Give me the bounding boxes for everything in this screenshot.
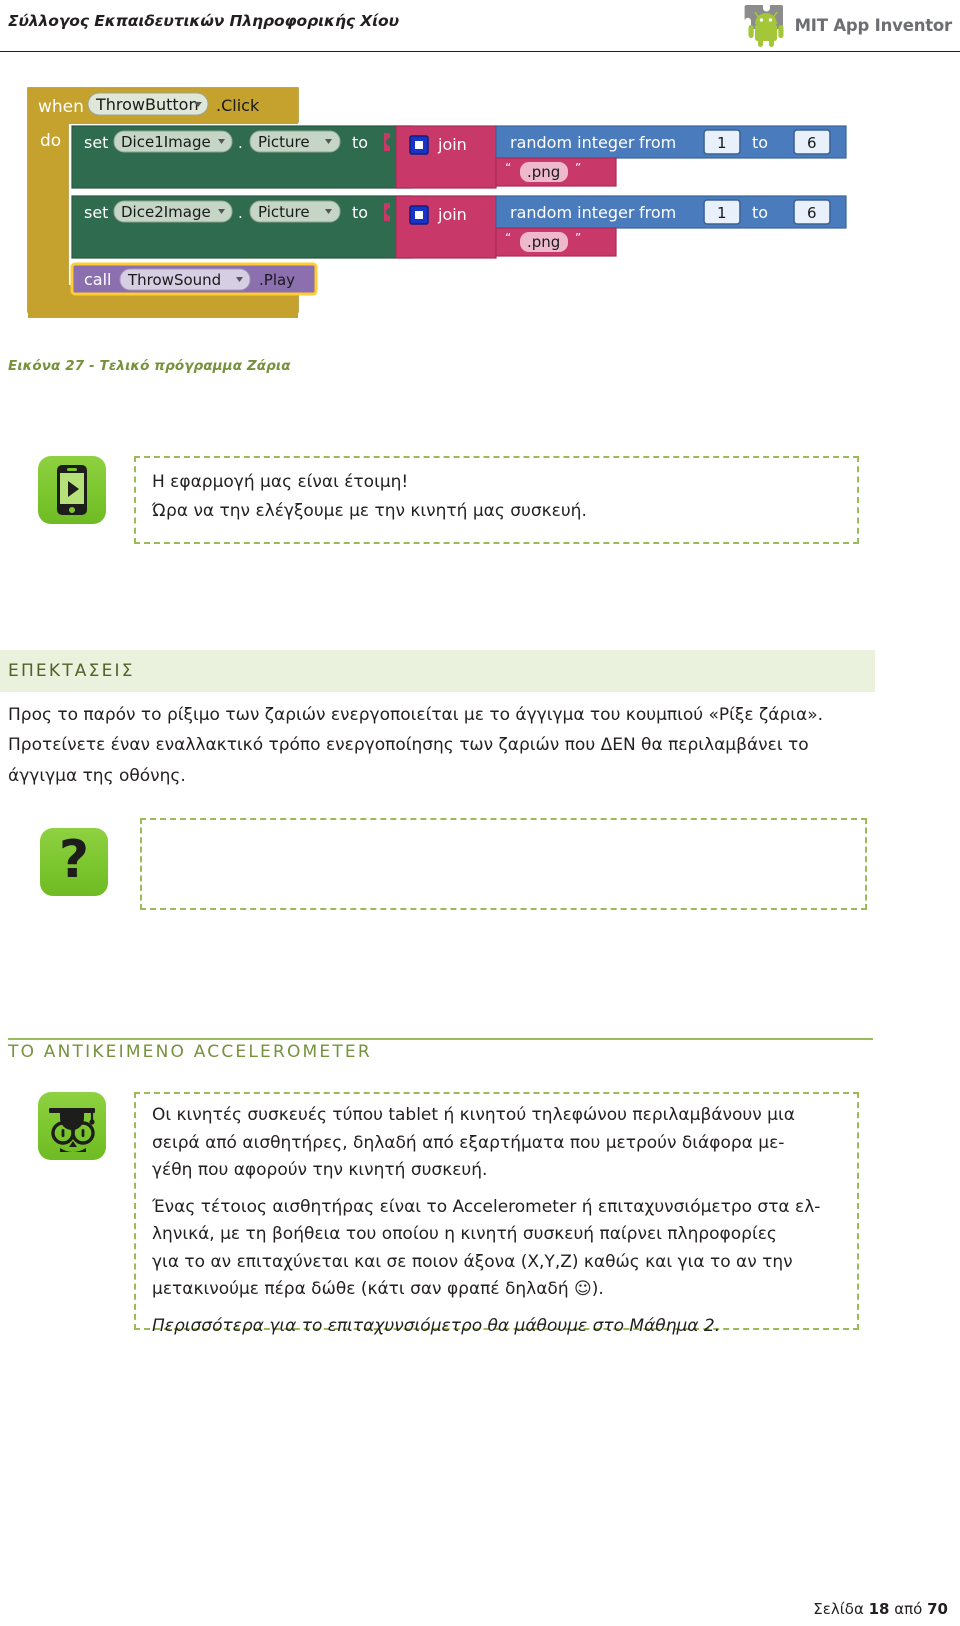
- phone-play-icon: [38, 456, 106, 524]
- svg-text:set: set: [84, 133, 108, 152]
- section-heading-label: ΕΠΕΚΤΑΣΕΙΣ: [8, 661, 135, 681]
- phone-screen: [60, 473, 84, 504]
- svg-text:.: .: [238, 134, 243, 152]
- svg-text:.png: .png: [527, 163, 560, 181]
- footer-page-number: 18: [868, 1600, 890, 1618]
- page-header: Σύλλογος Εκπαιδευτικών Πληροφορικής Χίου: [0, 0, 960, 52]
- paragraph-line: Προς το παρόν το ρίξιμο των ζαριών ενεργ…: [8, 705, 823, 725]
- svg-text:to: to: [752, 133, 768, 152]
- paragraph-line: μετακινούμε πέρα δώθε (κάτι σαν φραπέ δη…: [152, 1279, 604, 1300]
- phone-speaker: [67, 468, 77, 471]
- svg-text:ThrowSound: ThrowSound: [127, 271, 221, 289]
- answer-input-box[interactable]: [140, 818, 867, 910]
- svg-text:to: to: [752, 203, 768, 222]
- svg-text:.: .: [238, 204, 243, 222]
- paragraph-line: ληνικά, με τη βοήθεια του οποίου η κινητ…: [152, 1224, 777, 1245]
- callout-accelerometer: Οι κινητές συσκευές τύπου tablet ή κινητ…: [38, 1092, 870, 1336]
- app-inventor-android-logo-icon: [743, 3, 789, 47]
- accelerometer-paragraph: Οι κινητές συσκευές τύπου tablet ή κινητ…: [152, 1102, 843, 1185]
- svg-text:”: ”: [575, 161, 581, 175]
- blocks-program-figure: when ThrowButton .Click do set Dice1Imag…: [24, 84, 854, 330]
- paragraph-line: γέθη που αφορούν την κινητή συσκευή.: [152, 1160, 488, 1181]
- svg-text:Dice2Image: Dice2Image: [121, 203, 211, 221]
- svg-text:”: ”: [575, 231, 581, 245]
- svg-text:from: from: [639, 133, 676, 152]
- svg-text:to: to: [352, 133, 368, 152]
- svg-text:1: 1: [717, 204, 727, 222]
- callout-body: Οι κινητές συσκευές τύπου tablet ή κινητ…: [134, 1092, 859, 1336]
- svg-text:join: join: [437, 205, 467, 224]
- svg-text:ThrowButton: ThrowButton: [95, 95, 199, 114]
- paragraph-line: άγγιγμα της οθόνης.: [8, 765, 186, 786]
- header-logo: MIT App Inventor: [743, 2, 952, 48]
- paragraph-line: Οι κινητές συσκευές τύπου tablet ή κινητ…: [152, 1105, 795, 1125]
- question-mark-icon: ?: [40, 828, 108, 896]
- paragraph-line: Προτείνετε έναν εναλλακτικό τρόπο ενεργο…: [8, 735, 809, 756]
- svg-text:Picture: Picture: [258, 203, 310, 221]
- header-title: Σύλλογος Εκπαιδευτικών Πληροφορικής Χίου: [8, 12, 399, 30]
- svg-text:1: 1: [717, 134, 727, 152]
- footer-total-pages: 70: [927, 1600, 948, 1618]
- svg-text:call: call: [84, 270, 112, 289]
- page-footer: Σελίδα 18 από 70: [0, 1600, 960, 1618]
- callout-line: Ώρα να την ελέγξουμε με την κινητή μας σ…: [152, 501, 587, 522]
- owl-graduate-icon: [38, 1092, 106, 1160]
- phone-shape: [57, 465, 87, 515]
- svg-text:random integer: random integer: [510, 203, 635, 222]
- footer-middle: από: [889, 1600, 928, 1618]
- callout-app-ready: Η εφαρμογή μας είναι έτοιμη! Ώρα να την …: [38, 456, 870, 544]
- paragraph-line: Ένας τέτοιος αισθητήρας είναι το Acceler…: [152, 1196, 821, 1217]
- section-rule-accelerometer: [8, 1038, 873, 1040]
- svg-text:from: from: [639, 203, 676, 222]
- svg-text:to: to: [352, 203, 368, 222]
- play-triangle-icon: [68, 481, 79, 497]
- svg-text:.Click: .Click: [216, 96, 260, 115]
- svg-text:“: “: [505, 161, 511, 175]
- section-heading-extensions: ΕΠΕΚΤΑΣΕΙΣ: [0, 650, 875, 692]
- svg-text:join: join: [437, 135, 467, 154]
- svg-text:random integer: random integer: [510, 133, 635, 152]
- question-glyph: ?: [58, 830, 90, 890]
- svg-text:6: 6: [807, 134, 817, 152]
- svg-text:Picture: Picture: [258, 133, 310, 151]
- logo-text: MIT App Inventor: [794, 15, 953, 35]
- svg-text:6: 6: [807, 204, 817, 222]
- extensions-paragraph: Προς το παρόν το ρίξιμο των ζαριών ενεργ…: [8, 700, 878, 791]
- svg-text:when: when: [38, 97, 84, 117]
- accelerometer-paragraph: Ένας τέτοιος αισθητήρας είναι το Acceler…: [152, 1194, 843, 1304]
- paragraph-line: σειρά από αισθητήρες, δηλαδή από εξαρτήμ…: [152, 1132, 785, 1153]
- svg-text:.png: .png: [527, 233, 560, 251]
- paragraph-line: Περισσότερα για το επιταχυνσιόμετρο θα μ…: [152, 1315, 721, 1336]
- phone-home-button: [69, 506, 75, 513]
- svg-text:set: set: [84, 203, 108, 222]
- footer-prefix: Σελίδα: [813, 1600, 869, 1618]
- section-heading-accelerometer: ΤΟ ΑΝΤΙΚΕΙΜΕΝΟ ACCELEROMETER: [8, 1042, 372, 1062]
- svg-text:Dice1Image: Dice1Image: [121, 133, 211, 151]
- paragraph-line: για το αν επιταχύνεται και σε ποιον άξον…: [152, 1251, 793, 1272]
- callout-body: Η εφαρμογή μας είναι έτοιμη! Ώρα να την …: [134, 456, 859, 544]
- svg-text:do: do: [40, 131, 61, 151]
- figure-caption: Εικόνα 27 - Τελικό πρόγραμμα Ζάρια: [8, 358, 291, 374]
- svg-text:“: “: [505, 231, 511, 245]
- svg-text:.Play: .Play: [259, 271, 295, 289]
- callout-line: Η εφαρμογή μας είναι έτοιμη!: [152, 472, 409, 492]
- accelerometer-paragraph-italic: Περισσότερα για το επιταχυνσιόμετρο θα μ…: [152, 1313, 843, 1341]
- owl-shape: [38, 1092, 106, 1160]
